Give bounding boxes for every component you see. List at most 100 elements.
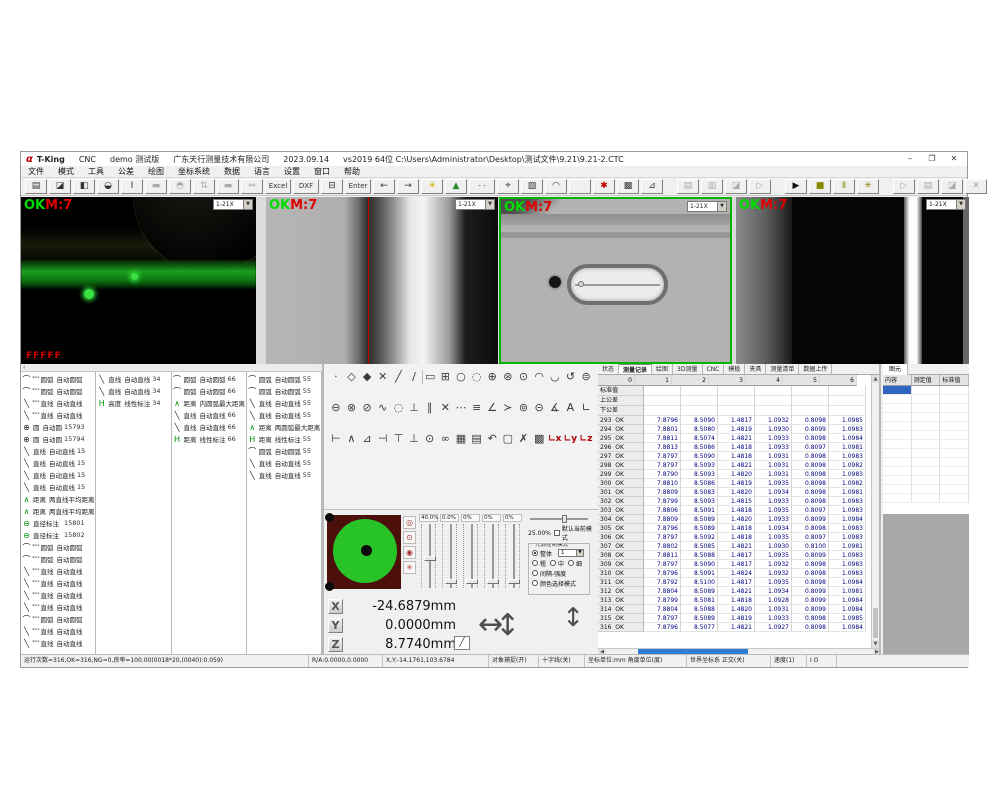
table-row[interactable]: 305 OK7.87968.50891.48181.09340.80981.09… xyxy=(598,524,873,533)
element-table-row[interactable] xyxy=(883,494,969,503)
toolbox-icon[interactable]: ▢ xyxy=(500,432,516,446)
toolbox-icon[interactable]: ▩ xyxy=(531,432,547,446)
menu-item[interactable]: 文件 xyxy=(21,166,51,178)
toolbar-button[interactable]: ▶ xyxy=(785,179,807,194)
light-mode-icon[interactable]: ⊙ xyxy=(403,531,416,544)
list-item[interactable]: ∧ 距离 两直线平均距离 xyxy=(21,505,95,517)
camera-view-3-selected[interactable]: OKM:7 1-21X▼ xyxy=(499,197,732,364)
pan-vertical-icon[interactable]: ↕ xyxy=(495,604,520,648)
list-item[interactable]: ╲ *** 直线 自动直线 xyxy=(21,409,95,421)
list-item[interactable]: H 距离 线性标注 55 xyxy=(247,433,321,445)
toolbar-button[interactable]: → xyxy=(397,179,419,194)
element-table-row[interactable] xyxy=(883,386,969,395)
trend-chart-button[interactable]: ╱ xyxy=(454,636,470,650)
element-column-header[interactable]: 测定值 xyxy=(912,375,941,385)
table-row[interactable]: 301 OK7.88098.50831.48201.09340.80981.09… xyxy=(598,488,873,497)
list-item[interactable]: ╲ *** 直线 自动直线 xyxy=(21,397,95,409)
toolbox-icon[interactable]: ↺ xyxy=(563,370,579,384)
table-row[interactable]: 306 OK7.87978.50921.48181.09350.80971.09… xyxy=(598,533,873,542)
toolbox-icon[interactable]: ∟ xyxy=(578,401,594,415)
toolbar-button[interactable]: ✳ xyxy=(857,179,879,194)
table-tab[interactable]: 模板 xyxy=(724,364,745,374)
element-table-row[interactable] xyxy=(883,395,969,404)
table-tab[interactable]: 测量清单 xyxy=(766,364,799,374)
toolbar-button[interactable]: Ⅱ xyxy=(833,179,855,194)
list-item[interactable]: ∧ 距离 两直线平均距离 xyxy=(21,493,95,505)
camera2-magnification-select[interactable]: 1-21X▼ xyxy=(455,199,495,210)
toolbox-icon[interactable]: ◇ xyxy=(344,370,360,384)
light-mode-icon[interactable]: ◎ xyxy=(403,516,416,529)
list-item[interactable]: ╲ 直线 自动直线 15 xyxy=(21,445,95,457)
vertical-scroll-thumb[interactable] xyxy=(873,608,878,638)
toolbar-button[interactable]: ▤ xyxy=(917,179,939,194)
toolbar-button[interactable]: ⌖ xyxy=(497,179,519,194)
table-tab[interactable]: 3D测量 xyxy=(673,364,702,374)
toolbar-button[interactable]: ▩ xyxy=(617,179,639,194)
toolbar-button[interactable]: ▥ xyxy=(701,179,723,194)
toolbox-icon[interactable]: ∡ xyxy=(547,401,563,415)
table-row[interactable]: 307 OK7.88028.50851.48211.09300.81001.09… xyxy=(598,542,873,551)
list-item[interactable]: ╲ 直线 自动直线 66 xyxy=(172,421,246,433)
menu-item[interactable]: 语言 xyxy=(247,166,277,178)
element-table-row[interactable] xyxy=(883,422,969,431)
table-row[interactable]: 302 OK7.87998.50931.48151.09330.80981.09… xyxy=(598,497,873,506)
toolbox-icon[interactable]: ⊛ xyxy=(500,370,516,384)
toolbox-icon[interactable]: ⊗ xyxy=(344,401,360,415)
toolbar-button[interactable]: ■ xyxy=(809,179,831,194)
toolbox-icon[interactable]: ↶ xyxy=(484,432,500,446)
table-row[interactable]: 311 OK7.87928.51001.48171.09350.80981.09… xyxy=(598,578,873,587)
list-item[interactable]: ⌒ *** 圆弧 自动圆弧 xyxy=(21,553,95,565)
toolbar-button[interactable]: ▬ xyxy=(145,179,167,194)
toolbar-button[interactable]: - - xyxy=(469,179,495,194)
light-slider-track[interactable] xyxy=(505,524,520,588)
radio-fine[interactable] xyxy=(568,560,574,566)
toolbox-icon[interactable]: ⊿ xyxy=(359,432,375,446)
default-mode-checkbox[interactable] xyxy=(554,530,560,536)
xy-jog-control[interactable]: ↔ ↕ xyxy=(478,606,538,648)
list-item[interactable]: ╲ 直线 自动直线 15 xyxy=(21,457,95,469)
table-tab[interactable]: 测量记录 xyxy=(619,364,652,374)
toolbar-button[interactable]: ⊟ xyxy=(321,179,343,194)
light-mode-icon[interactable]: ✳ xyxy=(403,561,416,574)
toolbar-button[interactable]: ✕ xyxy=(965,179,987,194)
toolbox-icon[interactable]: ▭ xyxy=(422,370,438,384)
grid-column-header[interactable]: 4 xyxy=(746,375,783,386)
table-row[interactable]: 293 OK7.87968.50901.48171.09320.80981.09… xyxy=(598,416,873,425)
list-item[interactable]: ⊕ 圆 自动圆 15793 xyxy=(21,421,95,433)
list-item[interactable]: ⌒ *** 圆弧 自动圆弧 xyxy=(21,385,95,397)
menu-item[interactable]: 设置 xyxy=(277,166,307,178)
toolbar-button[interactable]: ← xyxy=(373,179,395,194)
toolbox-icon[interactable]: ⊙ xyxy=(516,370,532,384)
ring-light-preview[interactable] xyxy=(327,515,401,589)
toolbox-icon[interactable]: ✕ xyxy=(375,370,391,384)
table-tab[interactable]: 状态 xyxy=(598,364,619,374)
camera-view-4[interactable]: OKM:7 1-21X▼ xyxy=(736,197,969,364)
list-item[interactable]: ╲ *** 直线 自动直线 xyxy=(21,601,95,613)
light-slider[interactable]: 0% xyxy=(502,514,523,596)
toolbox-icon[interactable]: ⊕ xyxy=(484,370,500,384)
toolbar-button[interactable]: ⇔ xyxy=(241,179,263,194)
scroll-down-icon[interactable]: ▼ xyxy=(872,640,879,648)
list-item[interactable]: ╲ 直线 自动直线 34 xyxy=(96,385,170,397)
table-row[interactable]: 297 OK7.87978.50901.48181.09310.80981.09… xyxy=(598,452,873,461)
camera-view-2[interactable]: OKM:7 1-21X▼ xyxy=(266,197,498,364)
element-table-row[interactable] xyxy=(883,404,969,413)
toolbox-icon[interactable]: ∟z xyxy=(578,432,594,446)
toolbox-icon[interactable]: ⊝ xyxy=(531,401,547,415)
list-item[interactable]: ⌒ 圆弧 自动圆弧 55 xyxy=(247,373,321,385)
toolbox-icon[interactable]: ✗ xyxy=(516,432,532,446)
toolbar-button[interactable]: ◪ xyxy=(49,179,71,194)
grid-column-header[interactable]: 6 xyxy=(820,375,857,386)
table-vertical-scrollbar[interactable]: ▲ ▼ xyxy=(871,375,879,648)
toolbox-icon[interactable]: ∠ xyxy=(484,401,500,415)
toolbox-icon[interactable]: ∞ xyxy=(437,432,453,446)
camera4-magnification-select[interactable]: 1-21X▼ xyxy=(926,199,966,210)
table-tab[interactable]: CNC xyxy=(703,364,725,374)
element-column-header[interactable]: 内容 xyxy=(883,375,912,385)
table-row[interactable]: 298 OK7.87978.50931.48211.09310.80981.09… xyxy=(598,461,873,470)
list-item[interactable]: ⌒ 圆弧 自动圆弧 66 xyxy=(172,385,246,397)
list-item[interactable]: ╲ 直线 自动直线 15 xyxy=(21,481,95,493)
light-slider-thumb[interactable] xyxy=(508,579,520,584)
toolbar-button[interactable] xyxy=(569,179,591,194)
measurement-grid[interactable]: 0123456 标准值 上公差 下公差 293 OK7.87968. xyxy=(598,375,873,632)
